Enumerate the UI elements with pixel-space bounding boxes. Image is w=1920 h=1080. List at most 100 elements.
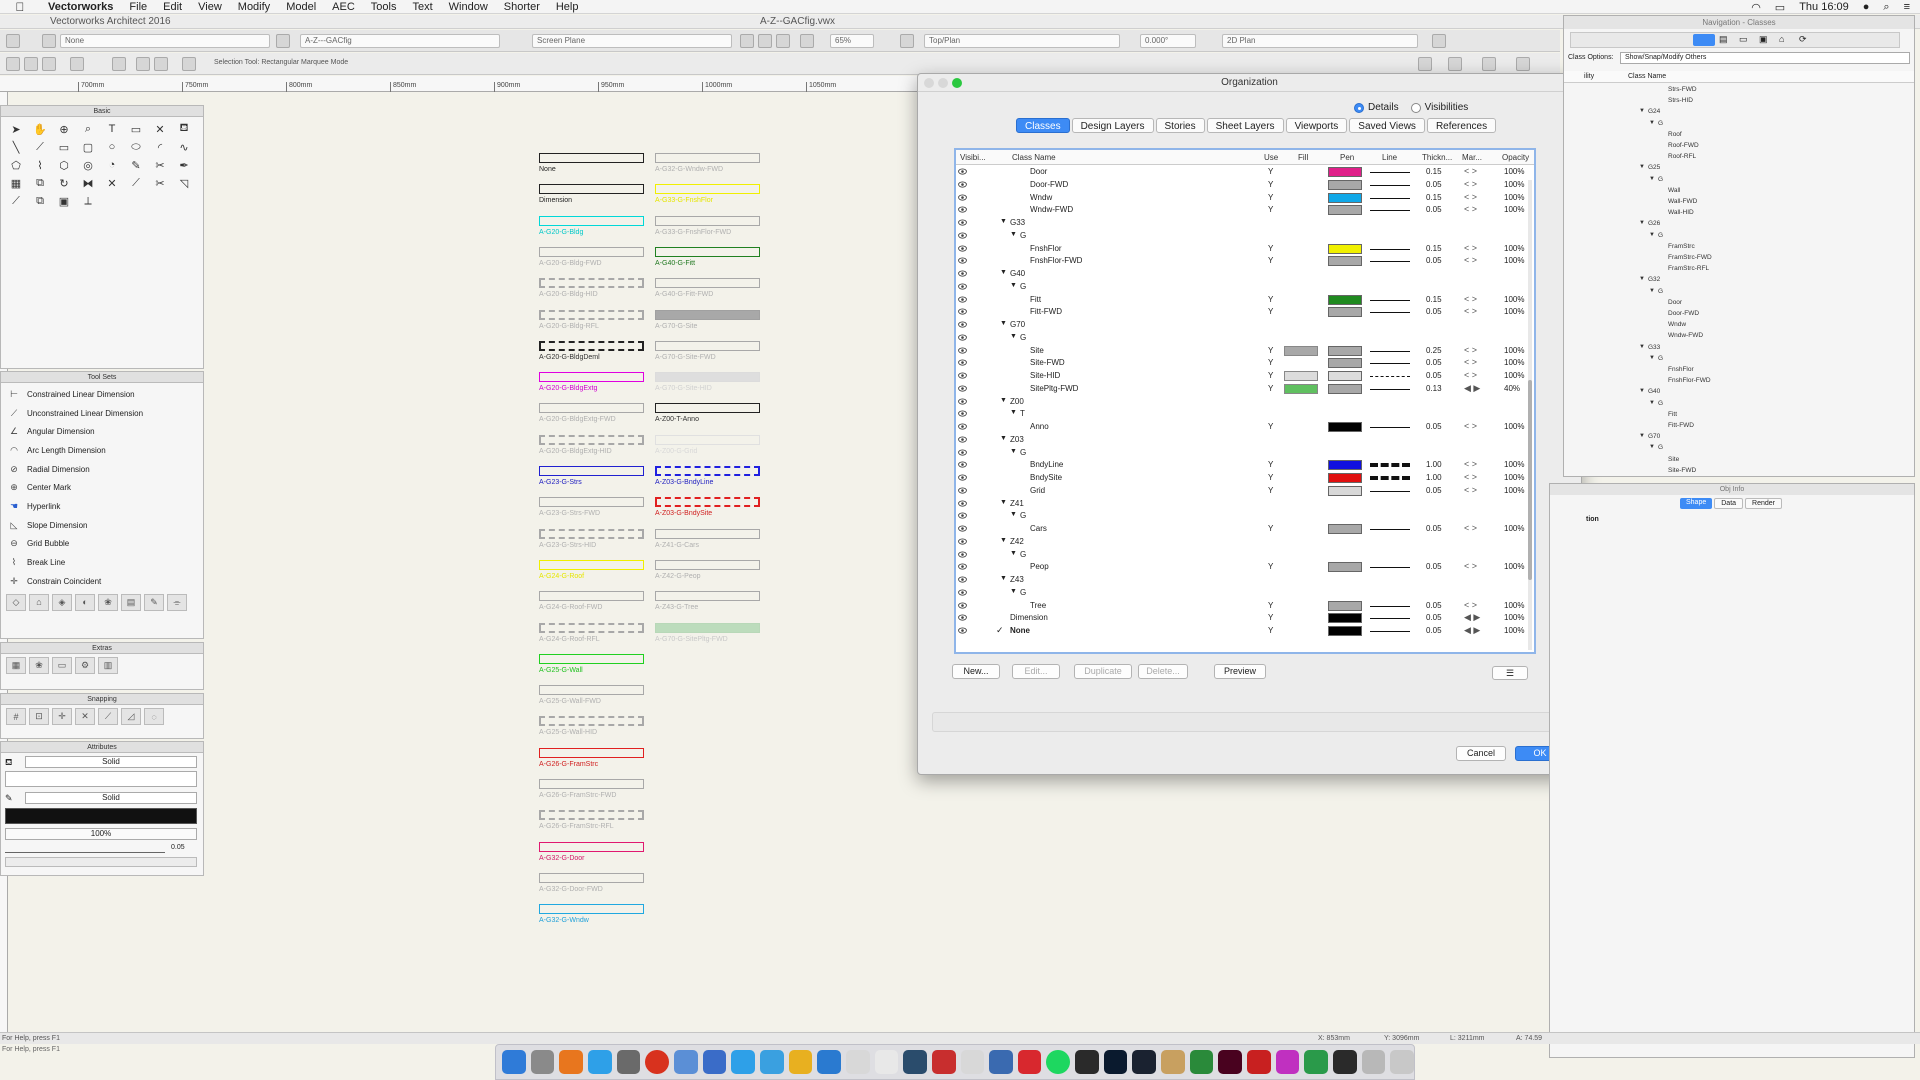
table-row[interactable]: ▼ G — [956, 549, 1534, 562]
line-style-swatch[interactable] — [1370, 261, 1410, 263]
menu-text[interactable]: Text — [404, 1, 440, 13]
table-row[interactable]: FnshFlor-FWD Y 0.05 < > 100% — [956, 255, 1534, 268]
locus-tool-icon[interactable]: ⟋ — [7, 193, 25, 209]
nav-tree-row[interactable]: ▼ G25 — [1564, 163, 1914, 174]
nav-tree-row[interactable]: ▼ G — [1564, 175, 1914, 186]
messages-icon[interactable] — [731, 1050, 755, 1074]
standard-view-field[interactable]: Top/Plan — [924, 34, 1120, 48]
tool-radial-dimension[interactable]: ⊘ Radial Dimension — [1, 460, 203, 479]
tool-grid-bubble[interactable]: ⊖ Grid Bubble — [1, 535, 203, 554]
disclosure-triangle-icon[interactable]: ▼ — [1639, 276, 1645, 282]
tool-constrain-coincident[interactable]: ✛ Constrain Coincident — [1, 572, 203, 591]
tool-angular-dimension[interactable]: ∠ Angular Dimension — [1, 422, 203, 441]
flyover-tool-icon[interactable]: ⊕ — [55, 121, 73, 137]
app-icon-k[interactable] — [1275, 1050, 1300, 1074]
pan-tool-icon[interactable]: ✋ — [31, 121, 49, 137]
attribute-tool-icon[interactable]: ⛾ — [175, 121, 193, 137]
disclosure-triangle-icon[interactable]: ▼ — [1639, 108, 1645, 114]
disclosure-triangle-icon[interactable]: ▼ — [1000, 499, 1007, 506]
table-row[interactable]: Peop Y 0.05 < > 100% — [956, 561, 1534, 574]
canvas-class-swatch[interactable] — [539, 466, 644, 476]
keynote-icon[interactable] — [817, 1050, 841, 1074]
visibility-eye-icon[interactable] — [958, 168, 967, 175]
table-row[interactable]: SitePltg-FWD Y 0.13 ◀ ▶ 40% — [956, 383, 1534, 396]
table-row[interactable]: ▼ Z00 — [956, 396, 1534, 409]
canvas-class-swatch[interactable] — [655, 372, 760, 383]
visibility-eye-icon[interactable] — [958, 181, 967, 188]
app-icon-h[interactable] — [1075, 1050, 1099, 1074]
detailing-toolset-icon[interactable]: ✎ — [144, 593, 164, 611]
table-row[interactable]: Door Y 0.15 < > 100% — [956, 166, 1534, 179]
app-icon-j[interactable] — [1189, 1050, 1214, 1074]
clip-tool-icon[interactable]: ✂ — [151, 175, 169, 191]
canvas-class-swatch[interactable] — [655, 246, 760, 257]
finder-icon[interactable] — [502, 1050, 526, 1074]
view-btn-1[interactable] — [740, 34, 754, 48]
nav-col-visibility[interactable]: ility — [1584, 73, 1594, 80]
view-btn-2[interactable] — [758, 34, 772, 48]
app-icon-l[interactable] — [1304, 1050, 1329, 1074]
line-style-swatch[interactable] — [1370, 197, 1410, 199]
acrobat-icon[interactable] — [1247, 1050, 1271, 1074]
reshape-tool-icon[interactable]: ✎ — [127, 157, 145, 173]
pen-swatch[interactable] — [1328, 473, 1362, 483]
table-row[interactable]: Site Y 0.25 < > 100% — [956, 345, 1534, 358]
callout-tool-icon[interactable]: ▭ — [127, 121, 145, 137]
disclosure-triangle-icon[interactable]: ▼ — [1000, 269, 1007, 276]
disclosure-triangle-icon[interactable]: ▼ — [1010, 448, 1017, 455]
table-row[interactable]: Wndw-FWD Y 0.05 < > 100% — [956, 204, 1534, 217]
notification-icon[interactable]: ≡ — [1904, 1, 1910, 13]
launchpad-icon[interactable] — [530, 1050, 555, 1074]
visibility-eye-icon[interactable] — [958, 244, 967, 252]
app-icon-m[interactable] — [1333, 1050, 1357, 1074]
line-style-swatch[interactable] — [1370, 388, 1410, 390]
canvas-class-swatch[interactable] — [539, 184, 644, 195]
offset-tool-icon[interactable]: ⧉ — [31, 175, 49, 191]
line-style-swatch[interactable] — [1370, 463, 1410, 468]
canvas-class-swatch[interactable] — [655, 278, 760, 289]
table-row[interactable]: ▼ G — [956, 510, 1534, 523]
canvas-class-swatch[interactable] — [655, 591, 760, 602]
table-row[interactable]: ▼ Z42 — [956, 536, 1534, 549]
menu-tools[interactable]: Tools — [363, 1, 405, 13]
table-row[interactable]: ▼ G70 — [956, 319, 1534, 332]
visibility-eye-icon[interactable] — [958, 193, 967, 201]
minimize-button[interactable] — [938, 78, 948, 88]
visibility-eye-icon[interactable] — [958, 461, 967, 468]
line-style-swatch[interactable] — [1370, 490, 1410, 492]
app-icon-a[interactable] — [673, 1050, 698, 1074]
obj-info-tab-shape[interactable]: Shape — [1680, 498, 1713, 509]
line-style-swatch[interactable] — [1370, 299, 1410, 301]
mode-btn-7[interactable] — [154, 57, 168, 71]
disclosure-triangle-icon[interactable]: ▼ — [1010, 409, 1017, 416]
line-style-swatch[interactable] — [1370, 631, 1410, 632]
disclosure-triangle-icon[interactable]: ▼ — [1649, 444, 1655, 450]
visibility-eye-icon[interactable] — [958, 487, 967, 494]
battery-icon[interactable]: ▭ — [1775, 1, 1785, 14]
nav-tree-row[interactable]: Wndw-FWD — [1564, 331, 1914, 342]
connect-tool-icon[interactable]: ⟋ — [127, 175, 145, 191]
line-style-swatch[interactable] — [1370, 363, 1410, 365]
nav-tree-row[interactable]: FnshFlor — [1564, 365, 1914, 376]
tab-classes[interactable]: Classes — [1016, 118, 1070, 133]
visibility-eye-icon[interactable] — [958, 359, 967, 366]
canvas-class-swatch[interactable] — [539, 340, 644, 351]
column-options-icon[interactable]: ☰ — [1492, 666, 1528, 680]
mode-btn-6[interactable] — [136, 57, 150, 71]
canvas-class-swatch[interactable] — [655, 403, 760, 414]
line-style-swatch[interactable] — [1370, 567, 1410, 569]
visibility-eye-icon[interactable] — [958, 372, 967, 379]
pen-swatch[interactable] — [1328, 422, 1362, 432]
nav-tree-row[interactable]: ▼ G70 — [1564, 432, 1914, 443]
line-style-swatch[interactable] — [1370, 312, 1410, 314]
vectorworks-icon[interactable] — [645, 1050, 669, 1074]
nav-tree-row[interactable]: Fitt — [1564, 410, 1914, 421]
visibility-eye-icon[interactable] — [958, 308, 967, 315]
nav-tree-row[interactable]: Strs-HID — [1564, 96, 1914, 107]
palette-extra-icon-4[interactable]: ⚙ — [75, 657, 95, 674]
class-icon[interactable] — [42, 34, 56, 48]
snap-angle-icon[interactable]: ✛ — [52, 708, 72, 725]
pen-swatch[interactable] — [1328, 460, 1362, 471]
snap-icon[interactable] — [1418, 57, 1432, 71]
pen-swatch[interactable] — [1328, 345, 1362, 356]
